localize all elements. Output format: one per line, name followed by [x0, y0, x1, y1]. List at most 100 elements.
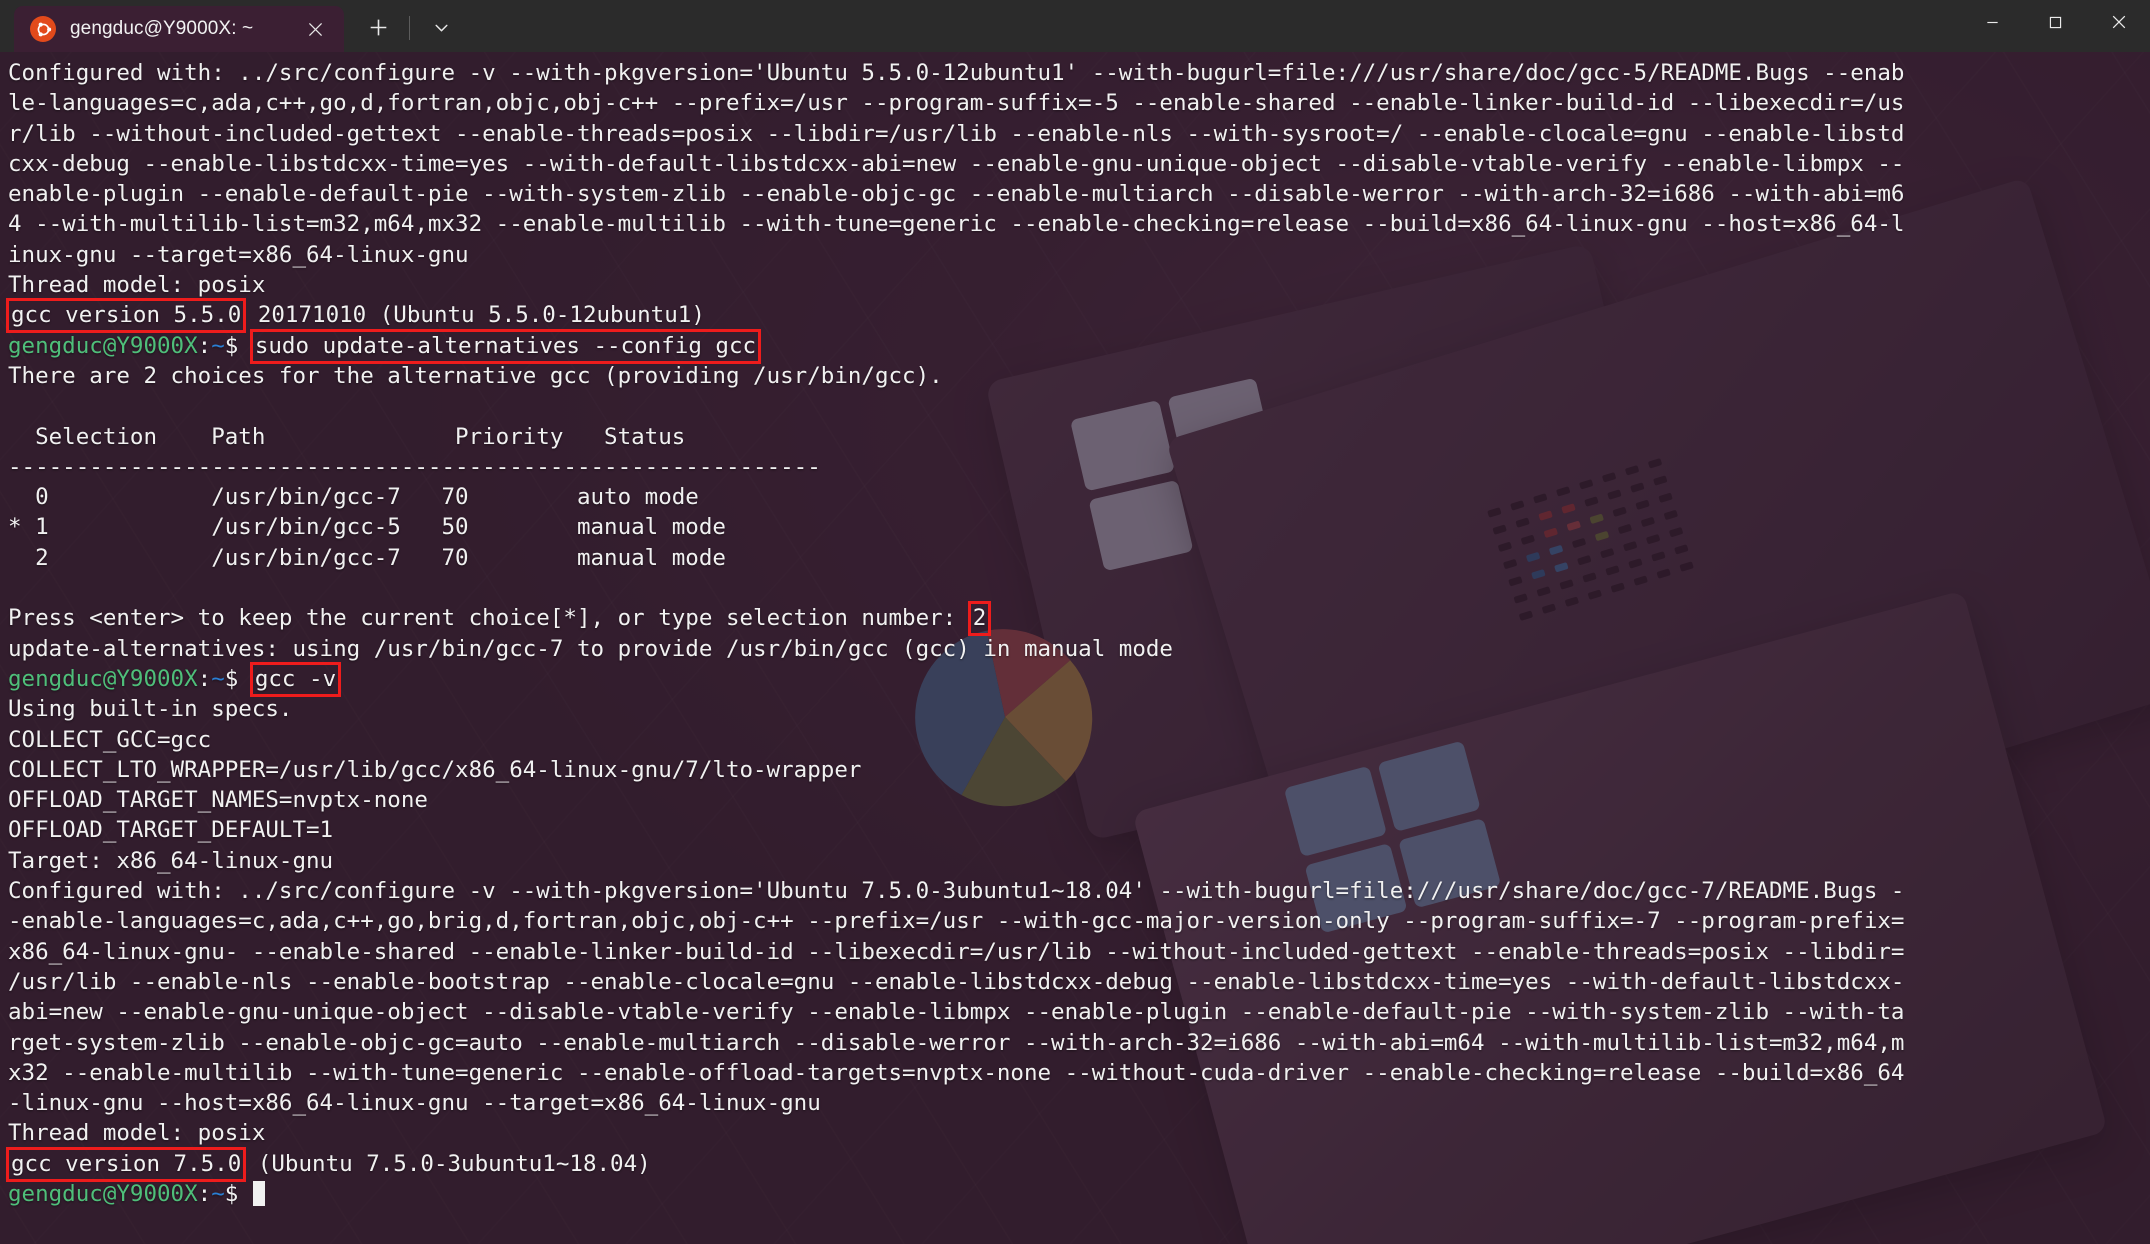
terminal-output-text: Using built-in specs.	[8, 696, 293, 723]
terminal-line: enable-plugin --enable-default-pie --wit…	[8, 179, 2150, 209]
terminal-output-text: OFFLOAD_TARGET_DEFAULT=1	[8, 817, 334, 844]
terminal-line: COLLECT_LTO_WRAPPER=/usr/lib/gcc/x86_64-…	[8, 755, 2150, 785]
prompt-sigil: $	[224, 665, 252, 692]
terminal-output-text: /usr/lib --enable-nls --enable-bootstrap…	[8, 968, 1905, 995]
terminal-output-text: COLLECT_LTO_WRAPPER=/usr/lib/gcc/x86_64-…	[8, 756, 862, 783]
window-controls	[1961, 0, 2150, 52]
terminal-line: -linux-gnu --host=x86_64-linux-gnu --tar…	[8, 1088, 2150, 1118]
terminal-line: OFFLOAD_TARGET_DEFAULT=1	[8, 815, 2150, 845]
prompt-colon: :	[197, 332, 212, 359]
highlight-box-command: sudo update-alternatives --config gcc	[254, 332, 757, 359]
terminal-body[interactable]: Configured with: ../src/configure -v --w…	[0, 52, 2150, 1244]
terminal-output-text: rget-system-zlib --enable-objc-gc=auto -…	[8, 1029, 1905, 1056]
prompt-sigil: $	[224, 1180, 252, 1207]
terminal-output-text: Thread model: posix	[8, 1120, 266, 1147]
prompt-path: ~	[211, 1180, 225, 1207]
terminal-line: x86_64-linux-gnu- --enable-shared --enab…	[8, 937, 2150, 967]
highlight-box: gcc version 7.5.0	[11, 1150, 242, 1177]
terminal-screen[interactable]: Configured with: ../src/configure -v --w…	[0, 52, 2150, 1209]
terminal-line: There are 2 choices for the alternative …	[8, 361, 2150, 391]
terminal-output-text: r/lib --without-included-gettext --enabl…	[8, 120, 1905, 147]
terminal-output-text: Thread model: posix	[8, 272, 266, 299]
terminal-output-text: enable-plugin --enable-default-pie --wit…	[8, 181, 1905, 208]
terminal-line: Configured with: ../src/configure -v --w…	[8, 876, 2150, 906]
terminal-line: x32 --enable-multilib --with-tune=generi…	[8, 1058, 2150, 1088]
terminal-output-text: 0 /usr/bin/gcc-7 70 auto mode	[8, 484, 699, 511]
terminal-line: 2 /usr/bin/gcc-7 70 manual mode	[8, 543, 2150, 573]
terminal-output-text: inux-gnu --target=x86_64-linux-gnu	[8, 241, 469, 268]
prompt-colon: :	[197, 665, 212, 692]
terminal-line: gcc version 5.5.0 20171010 (Ubuntu 5.5.0…	[8, 300, 2150, 330]
close-tab-icon[interactable]	[300, 14, 330, 44]
close-window-button[interactable]	[2087, 0, 2150, 44]
terminal-output-text: le-languages=c,ada,c++,go,d,fortran,objc…	[8, 90, 1905, 117]
maximize-button[interactable]	[2024, 0, 2087, 44]
terminal-line: -enable-languages=c,ada,c++,go,brig,d,fo…	[8, 906, 2150, 936]
prompt-path: ~	[211, 332, 225, 359]
terminal-line: rget-system-zlib --enable-objc-gc=auto -…	[8, 1028, 2150, 1058]
terminal-line: cxx-debug --enable-libstdcxx-time=yes --…	[8, 149, 2150, 179]
tab-gengduc[interactable]: gengduc@Y9000X: ~	[14, 6, 344, 52]
terminal-line: 4 --with-multilib-list=m32,m64,mx32 --en…	[8, 209, 2150, 239]
terminal-output-text: * 1 /usr/bin/gcc-5 50 manual mode	[8, 514, 726, 541]
terminal-output-text: -enable-languages=c,ada,c++,go,brig,d,fo…	[8, 908, 1905, 935]
title-bar: gengduc@Y9000X: ~	[0, 0, 2150, 52]
terminal-output-text: Target: x86_64-linux-gnu	[8, 847, 334, 874]
terminal-line: ----------------------------------------…	[8, 452, 2150, 482]
terminal-output-text: Press <enter> to keep the current choice…	[8, 605, 970, 632]
toolbar-divider	[409, 15, 410, 40]
terminal-line: /usr/lib --enable-nls --enable-bootstrap…	[8, 967, 2150, 997]
terminal-output-text: (Ubuntu 7.5.0-3ubuntu1~18.04)	[244, 1150, 651, 1177]
highlight-box: 2	[972, 605, 987, 632]
terminal-output-text: 2 /usr/bin/gcc-7 70 manual mode	[8, 544, 726, 571]
terminal-line: gcc version 7.5.0 (Ubuntu 7.5.0-3ubuntu1…	[8, 1149, 2150, 1179]
terminal-output-text: COLLECT_GCC=gcc	[8, 726, 212, 753]
prompt-user-host: gengduc@Y9000X	[8, 665, 198, 692]
tab-title: gengduc@Y9000X: ~	[70, 18, 254, 39]
terminal-line: gengduc@Y9000X:~$ sudo update-alternativ…	[8, 331, 2150, 361]
terminal-output-text: Selection Path Priority Status	[8, 423, 686, 450]
terminal-output-text: x86_64-linux-gnu- --enable-shared --enab…	[8, 938, 1905, 965]
terminal-output-text: -linux-gnu --host=x86_64-linux-gnu --tar…	[8, 1090, 821, 1117]
terminal-line: gengduc@Y9000X:~$ gcc -v	[8, 664, 2150, 694]
terminal-line: le-languages=c,ada,c++,go,d,fortran,objc…	[8, 88, 2150, 118]
terminal-line: Target: x86_64-linux-gnu	[8, 846, 2150, 876]
terminal-output-text: OFFLOAD_TARGET_NAMES=nvptx-none	[8, 787, 428, 814]
terminal-line: Thread model: posix	[8, 270, 2150, 300]
tab-tools	[344, 6, 463, 52]
prompt-sigil: $	[224, 332, 252, 359]
prompt-path: ~	[211, 665, 225, 692]
terminal-output-text: Configured with: ../src/configure -v --w…	[8, 878, 1905, 905]
highlight-box: gcc version 5.5.0	[11, 302, 242, 329]
terminal-line: Configured with: ../src/configure -v --w…	[8, 58, 2150, 88]
terminal-line: update-alternatives: using /usr/bin/gcc-…	[8, 634, 2150, 664]
minimize-button[interactable]	[1961, 0, 2024, 44]
terminal-line: abi=new --enable-gnu-unique-object --dis…	[8, 997, 2150, 1027]
text-cursor	[252, 1180, 265, 1206]
prompt-colon: :	[197, 1180, 212, 1207]
terminal-line: Press <enter> to keep the current choice…	[8, 603, 2150, 633]
terminal-line: Using built-in specs.	[8, 694, 2150, 724]
terminal-line: COLLECT_GCC=gcc	[8, 725, 2150, 755]
terminal-line: * 1 /usr/bin/gcc-5 50 manual mode	[8, 512, 2150, 542]
tab-strip: gengduc@Y9000X: ~	[0, 0, 463, 52]
terminal-output-text: x32 --enable-multilib --with-tune=generi…	[8, 1059, 1905, 1086]
terminal-output-text: Configured with: ../src/configure -v --w…	[8, 60, 1905, 86]
terminal-line: Thread model: posix	[8, 1118, 2150, 1148]
chevron-down-icon[interactable]	[419, 9, 463, 47]
prompt-user-host: gengduc@Y9000X	[8, 332, 198, 359]
terminal-output-text: update-alternatives: using /usr/bin/gcc-…	[8, 635, 1173, 662]
highlight-box-command: gcc -v	[254, 665, 337, 692]
terminal-output-text: 4 --with-multilib-list=m32,m64,mx32 --en…	[8, 211, 1905, 238]
terminal-output-text: 20171010 (Ubuntu 5.5.0-12ubuntu1)	[244, 302, 705, 329]
terminal-active-prompt: gengduc@Y9000X:~$	[8, 1179, 2150, 1209]
terminal-output-text: There are 2 choices for the alternative …	[8, 362, 943, 389]
terminal-output-text: ----------------------------------------…	[8, 453, 821, 480]
new-tab-button[interactable]	[356, 9, 400, 47]
prompt-user-host: gengduc@Y9000X	[8, 1180, 198, 1207]
terminal-output-text: abi=new --enable-gnu-unique-object --dis…	[8, 999, 1905, 1026]
terminal-line: inux-gnu --target=x86_64-linux-gnu	[8, 240, 2150, 270]
terminal-line: OFFLOAD_TARGET_NAMES=nvptx-none	[8, 785, 2150, 815]
